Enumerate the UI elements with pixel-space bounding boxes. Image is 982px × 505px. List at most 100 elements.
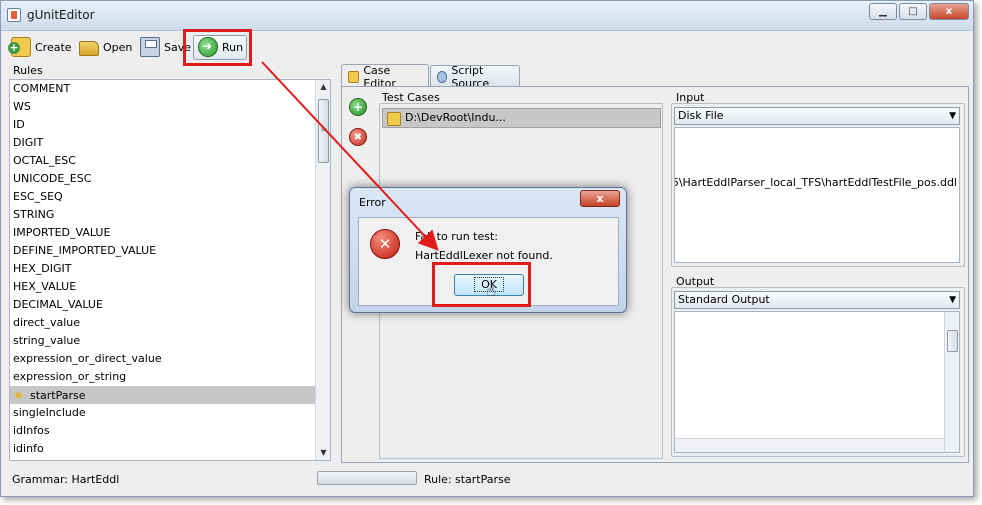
rule-item-label: idinfo xyxy=(13,442,44,455)
create-button[interactable]: Create xyxy=(8,35,72,59)
rule-item[interactable]: HEX_VALUE xyxy=(10,278,330,296)
dialog-title: Error xyxy=(359,196,386,209)
rule-item[interactable]: COMMENT xyxy=(10,80,330,98)
java-app-icon xyxy=(7,8,21,22)
add-test-case-button[interactable]: + xyxy=(349,98,367,116)
rules-label: Rules xyxy=(13,64,43,77)
rule-item-label: ESC_SEQ xyxy=(13,190,63,203)
input-source-select[interactable]: Disk File ▼ xyxy=(674,107,960,125)
maximize-button[interactable]: □ xyxy=(899,3,927,20)
dialog-close-button[interactable]: x xyxy=(580,190,620,207)
window-title: gUnitEditor xyxy=(27,8,95,22)
app-window: gUnitEditor ▁ □ x Create Open Save Run R… xyxy=(0,0,974,497)
window-controls: ▁ □ x xyxy=(869,3,969,20)
rule-item-label: COMMENT xyxy=(13,82,71,95)
rule-item-label: idInfos xyxy=(13,424,50,437)
run-icon xyxy=(198,37,218,57)
rule-item[interactable]: expression_or_string xyxy=(10,368,330,386)
delete-test-case-button[interactable]: ✖ xyxy=(349,128,367,146)
rule-item-label: expression_or_string xyxy=(13,370,127,383)
chevron-down-icon: ▼ xyxy=(949,111,956,121)
rule-status-value: startParse xyxy=(455,473,511,486)
title-bar: gUnitEditor ▁ □ x xyxy=(1,1,973,31)
rule-item[interactable]: ID xyxy=(10,116,330,134)
output-scroll-thumb[interactable] xyxy=(947,330,958,352)
output-area[interactable] xyxy=(674,311,960,453)
save-button[interactable]: Save xyxy=(140,35,191,59)
rule-item-label: HEX_VALUE xyxy=(13,280,77,293)
rule-item[interactable]: DEFINE_IMPORTED_VALUE xyxy=(10,242,330,260)
rule-item-label: DEFINE_IMPORTED_VALUE xyxy=(13,244,157,257)
create-label: Create xyxy=(35,40,72,54)
error-icon: ✕ xyxy=(370,229,400,259)
tab-case-editor[interactable]: Case Editor xyxy=(341,64,429,90)
rule-item-label: startParse xyxy=(30,389,86,402)
rule-item-label: string_value xyxy=(13,334,81,347)
rule-item-label: ID xyxy=(13,118,25,131)
rule-item-label: HEX_DIGIT xyxy=(13,262,72,275)
rule-item-label: OCTAL_ESC xyxy=(13,154,76,167)
rule-item[interactable]: string_value xyxy=(10,332,330,350)
input-path: ts\v1.5\HartEddlParser_local_TFS\hartEdd… xyxy=(675,176,957,189)
script-source-icon xyxy=(437,70,448,83)
save-icon xyxy=(140,37,160,57)
rules-list[interactable]: COMMENT WS ID DIGIT OCTAL_ESC UNICODE_ESC ESC_… xyxy=(9,79,331,461)
test-case-item[interactable]: D:\DevRoot\Indu... xyxy=(382,108,661,128)
rule-item[interactable]: IMPORTED_VALUE xyxy=(10,224,330,242)
rule-item[interactable]: WS xyxy=(10,98,330,116)
input-source-value: Disk File xyxy=(678,109,724,122)
toolbar: Create Open Save Run xyxy=(1,32,973,62)
rule-item[interactable]: DIGIT xyxy=(10,134,330,152)
tab-script-source[interactable]: Script Source xyxy=(430,64,520,90)
rules-items: COMMENT WS ID DIGIT OCTAL_ESC UNICODE_ESC ESC_… xyxy=(10,80,330,458)
close-button[interactable]: x xyxy=(929,3,969,20)
scroll-down-icon[interactable]: ▼ xyxy=(316,446,330,460)
run-button[interactable]: Run xyxy=(198,35,243,59)
grammar-status: Grammar: HartEddl xyxy=(12,473,120,486)
rule-status-label: Rule: xyxy=(424,473,452,486)
case-editor-icon xyxy=(348,70,360,83)
rule-item-label: UNICODE_ESC xyxy=(13,172,92,185)
scroll-thumb[interactable]: ≡ xyxy=(318,99,329,163)
rule-item-label: STRING xyxy=(13,208,55,221)
rule-item-label: DECIMAL_VALUE xyxy=(13,298,103,311)
rules-scrollbar[interactable]: ▲ ≡ ▼ xyxy=(315,80,330,460)
rule-item[interactable]: idinfo xyxy=(10,440,330,458)
run-label: Run xyxy=(222,40,244,54)
mouse-cursor-icon: ☝ xyxy=(486,281,496,300)
error-message-line1: Fail to run test: xyxy=(415,230,498,243)
delete-icon: ✖ xyxy=(353,132,363,143)
rule-item-label: direct_value xyxy=(13,316,80,329)
rule-item[interactable]: idInfos xyxy=(10,422,330,440)
error-message-line2: HartEddlLexer not found. xyxy=(415,249,553,262)
open-button[interactable]: Open xyxy=(79,35,132,59)
rule-item[interactable]: HEX_DIGIT xyxy=(10,260,330,278)
save-label: Save xyxy=(164,40,192,54)
rule-item[interactable]: DECIMAL_VALUE xyxy=(10,296,330,314)
rule-item[interactable]: STRING xyxy=(10,206,330,224)
rule-item-label: DIGIT xyxy=(13,136,44,149)
output-hscrollbar[interactable] xyxy=(675,438,944,452)
scroll-up-icon[interactable]: ▲ xyxy=(316,80,330,94)
minimize-button[interactable]: ▁ xyxy=(869,3,897,20)
rule-item[interactable]: ★ startParse xyxy=(10,386,330,404)
output-scrollbar[interactable] xyxy=(944,312,959,452)
progress-bar xyxy=(317,471,417,485)
rule-item[interactable]: OCTAL_ESC xyxy=(10,152,330,170)
star-icon: ★ xyxy=(13,388,24,402)
chevron-down-icon: ▼ xyxy=(949,295,956,305)
rule-item[interactable]: UNICODE_ESC xyxy=(10,170,330,188)
folder-icon xyxy=(79,41,99,56)
open-label: Open xyxy=(103,40,133,54)
rule-item-label: IMPORTED_VALUE xyxy=(13,226,111,239)
rule-item[interactable]: expression_or_direct_value xyxy=(10,350,330,368)
rule-item[interactable]: ESC_SEQ xyxy=(10,188,330,206)
output-target-select[interactable]: Standard Output ▼ xyxy=(674,291,960,309)
rule-item-label: expression_or_direct_value xyxy=(13,352,162,365)
input-path-area[interactable]: ts\v1.5\HartEddlParser_local_TFS\hartEdd… xyxy=(674,127,960,263)
output-target-value: Standard Output xyxy=(678,293,770,306)
rule-item[interactable]: direct_value xyxy=(10,314,330,332)
rule-item-label: singleInclude xyxy=(13,406,86,419)
rule-item[interactable]: singleInclude xyxy=(10,404,330,422)
rule-item-label: WS xyxy=(13,100,31,113)
